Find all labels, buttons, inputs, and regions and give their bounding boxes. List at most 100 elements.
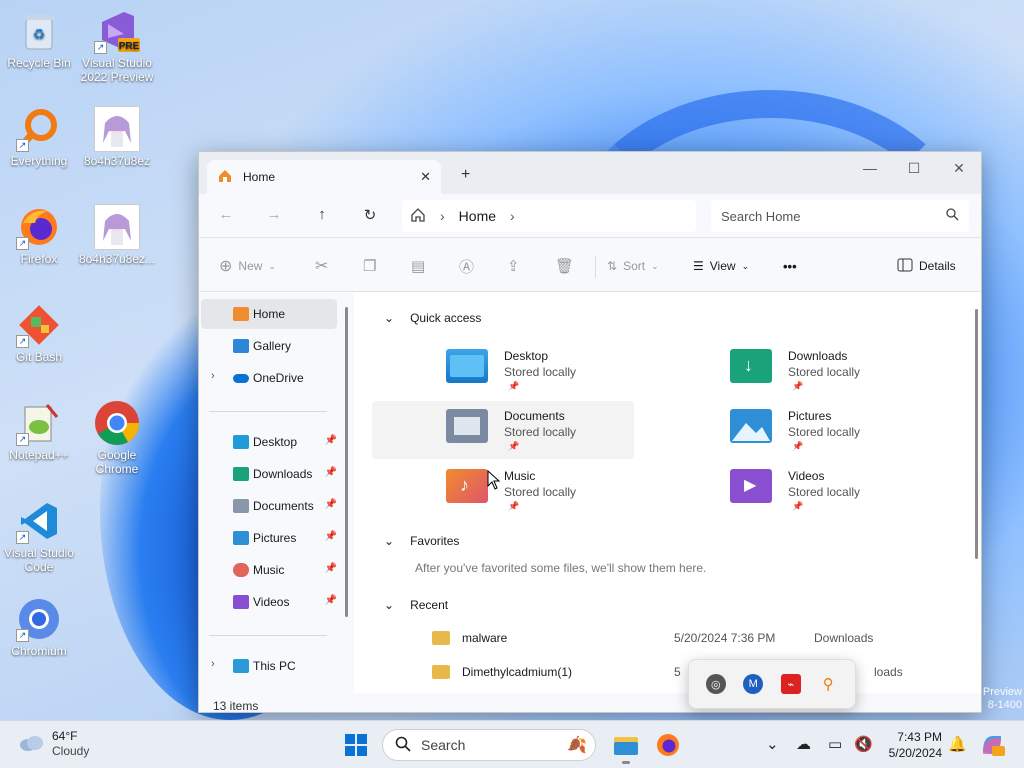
- section-quick-access[interactable]: ⌄ Quick access: [384, 311, 481, 325]
- section-recent[interactable]: ⌄ Recent: [384, 598, 448, 612]
- desktop-icon-recycle-bin[interactable]: ♻ Recycle Bin: [0, 8, 78, 70]
- pin-icon[interactable]: 📌: [325, 499, 337, 510]
- network-offline-icon[interactable]: ☁: [796, 735, 811, 753]
- minimize-button[interactable]: —: [855, 160, 885, 180]
- chevron-right-icon[interactable]: ›: [510, 208, 515, 224]
- nav-item-desktop[interactable]: Desktop 📌: [201, 427, 337, 457]
- folder-tile-music[interactable]: ♪ Music Stored locally 📌: [372, 461, 634, 519]
- delete-icon[interactable]: 🗑: [555, 256, 574, 276]
- nav-item-pictures[interactable]: Pictures 📌: [201, 523, 337, 553]
- anime-image-icon: [94, 204, 140, 250]
- chevron-right-icon[interactable]: ›: [211, 658, 215, 670]
- search-box[interactable]: Search Home: [711, 200, 969, 232]
- desktop-icon-chromium[interactable]: ↗ Chromium: [0, 596, 78, 658]
- start-button[interactable]: [342, 731, 370, 759]
- notification-bell-icon[interactable]: 🔔: [948, 735, 967, 753]
- section-favorites[interactable]: ⌄ Favorites: [384, 534, 459, 548]
- details-button[interactable]: Details: [897, 256, 956, 276]
- details-pane-icon: [897, 258, 913, 275]
- folder-tile-downloads[interactable]: ↓ Downloads Stored locally 📌: [656, 341, 918, 399]
- address-bar[interactable]: › Home ›: [402, 200, 696, 232]
- nav-item-music[interactable]: Music 📌: [201, 555, 337, 585]
- details-label: Details: [919, 259, 956, 273]
- firefox-taskbar-icon[interactable]: [654, 731, 682, 759]
- refresh-icon[interactable]: ↻: [359, 206, 381, 226]
- tab-home[interactable]: Home ✕: [207, 160, 441, 194]
- tray-app-icon[interactable]: ◎: [705, 674, 726, 694]
- rename-icon[interactable]: Ⓐ: [459, 256, 474, 276]
- nav-item-gallery[interactable]: Gallery: [201, 331, 337, 361]
- title-bar[interactable]: Home ✕ + — ☐ ✕: [199, 152, 981, 194]
- file-explorer-window: Home ✕ + — ☐ ✕ ← → ↑ ↻ › Home › Search H…: [198, 151, 982, 713]
- pin-icon: 📌: [508, 501, 520, 511]
- command-bar: ⊕ New ⌄ ✂ ❐ ▤ Ⓐ ⇪ 🗑 ⇅ Sort ⌄ ☰ View ⌄ ••• Deta…: [199, 238, 981, 292]
- folder-icon: [432, 665, 450, 679]
- view-button[interactable]: ☰ View ⌄: [693, 256, 749, 276]
- pin-icon[interactable]: 📌: [325, 531, 337, 542]
- back-arrow-icon[interactable]: ←: [215, 206, 237, 226]
- weather-widget[interactable]: 64°F Cloudy: [18, 729, 89, 759]
- more-options-button[interactable]: •••: [783, 256, 797, 276]
- desktop-icon-everything[interactable]: ↗ Everything: [0, 106, 78, 168]
- taskbar-search-input[interactable]: Search: [421, 737, 465, 753]
- desktop-icon-visual-studio-preview[interactable]: PRE ↗ Visual Studio 2022 Preview: [78, 8, 156, 84]
- pin-icon: 📌: [508, 441, 520, 451]
- new-tab-button[interactable]: +: [461, 166, 470, 184]
- nav-item-this-pc[interactable]: › This PC: [201, 651, 337, 681]
- desktop-icon-firefox[interactable]: ↗ Firefox: [0, 204, 78, 266]
- copilot-icon[interactable]: [978, 731, 1006, 759]
- search-icon: [395, 736, 411, 755]
- breadcrumb-home[interactable]: Home: [459, 208, 496, 224]
- pin-icon[interactable]: 📌: [325, 467, 337, 478]
- favorites-empty-message: After you've favorited some files, we'll…: [415, 561, 707, 575]
- pin-icon[interactable]: 📌: [325, 563, 337, 574]
- chevron-right-icon[interactable]: ›: [211, 370, 215, 382]
- pin-icon[interactable]: 📌: [325, 595, 337, 606]
- nav-item-videos[interactable]: Videos 📌: [201, 587, 337, 617]
- cut-icon[interactable]: ✂: [315, 256, 328, 276]
- recent-item[interactable]: malware 5/20/2024 7:36 PM Downloads: [428, 625, 948, 651]
- share-icon[interactable]: ⇪: [507, 256, 520, 276]
- chevron-up-icon[interactable]: ⌄: [766, 735, 779, 753]
- desktop-icon-label: Recycle Bin: [7, 56, 71, 70]
- content-scrollbar[interactable]: [975, 309, 978, 559]
- maximize-button[interactable]: ☐: [899, 160, 929, 180]
- desktop-icon-chrome[interactable]: Google Chrome: [78, 400, 156, 476]
- taskbar-search[interactable]: Search 🍂: [382, 729, 596, 761]
- everything-search-icon[interactable]: ⚲: [818, 674, 839, 694]
- new-button[interactable]: ⊕ New ⌄: [219, 256, 276, 276]
- nav-scrollbar[interactable]: [345, 307, 348, 617]
- nav-item-downloads[interactable]: Downloads 📌: [201, 459, 337, 489]
- desktop-icon-notepadpp[interactable]: ↗ Notepad++: [0, 400, 78, 462]
- forward-arrow-icon[interactable]: →: [263, 206, 285, 226]
- desktop-folder-icon: [446, 349, 488, 383]
- nav-item-home[interactable]: Home: [201, 299, 337, 329]
- folder-tile-pictures[interactable]: Pictures Stored locally 📌: [656, 401, 918, 459]
- clock[interactable]: 7:43 PM 5/20/2024: [882, 729, 942, 761]
- volume-muted-icon[interactable]: 🔇: [854, 735, 873, 753]
- file-explorer-taskbar-icon[interactable]: [612, 731, 640, 764]
- paste-icon[interactable]: ▤: [411, 256, 425, 276]
- home-outline-icon: [410, 207, 426, 226]
- nav-item-onedrive[interactable]: › OneDrive: [201, 363, 337, 393]
- plus-circle-icon: ⊕: [219, 258, 233, 275]
- music-folder-icon: [233, 563, 249, 577]
- folder-tile-desktop[interactable]: Desktop Stored locally 📌: [372, 341, 634, 399]
- nav-item-documents[interactable]: Documents 📌: [201, 491, 337, 521]
- folder-tile-documents[interactable]: Documents Stored locally 📌: [372, 401, 634, 459]
- desktop-icon-vscode[interactable]: ↗ Visual Studio Code: [0, 498, 78, 574]
- copy-icon[interactable]: ❐: [363, 256, 376, 276]
- search-input[interactable]: Search Home: [721, 209, 800, 224]
- malwarebytes-icon[interactable]: M: [743, 674, 764, 694]
- acrobat-icon[interactable]: ⌁: [780, 674, 801, 694]
- folder-tile-videos[interactable]: ▶ Videos Stored locally 📌: [656, 461, 918, 519]
- sort-button[interactable]: ⇅ Sort ⌄: [607, 256, 659, 276]
- desktop-icon-git-bash[interactable]: ↗ Git Bash: [0, 302, 78, 364]
- close-button[interactable]: ✕: [944, 160, 974, 180]
- desktop-icon-image-2[interactable]: 8o4h37u8ez...: [78, 204, 156, 266]
- display-icon[interactable]: ▭: [828, 735, 842, 753]
- up-arrow-icon[interactable]: ↑: [311, 206, 333, 226]
- tab-close-button[interactable]: ✕: [420, 169, 431, 185]
- pin-icon[interactable]: 📌: [325, 435, 337, 446]
- desktop-icon-image-1[interactable]: 8o4h37u8ez: [78, 106, 156, 168]
